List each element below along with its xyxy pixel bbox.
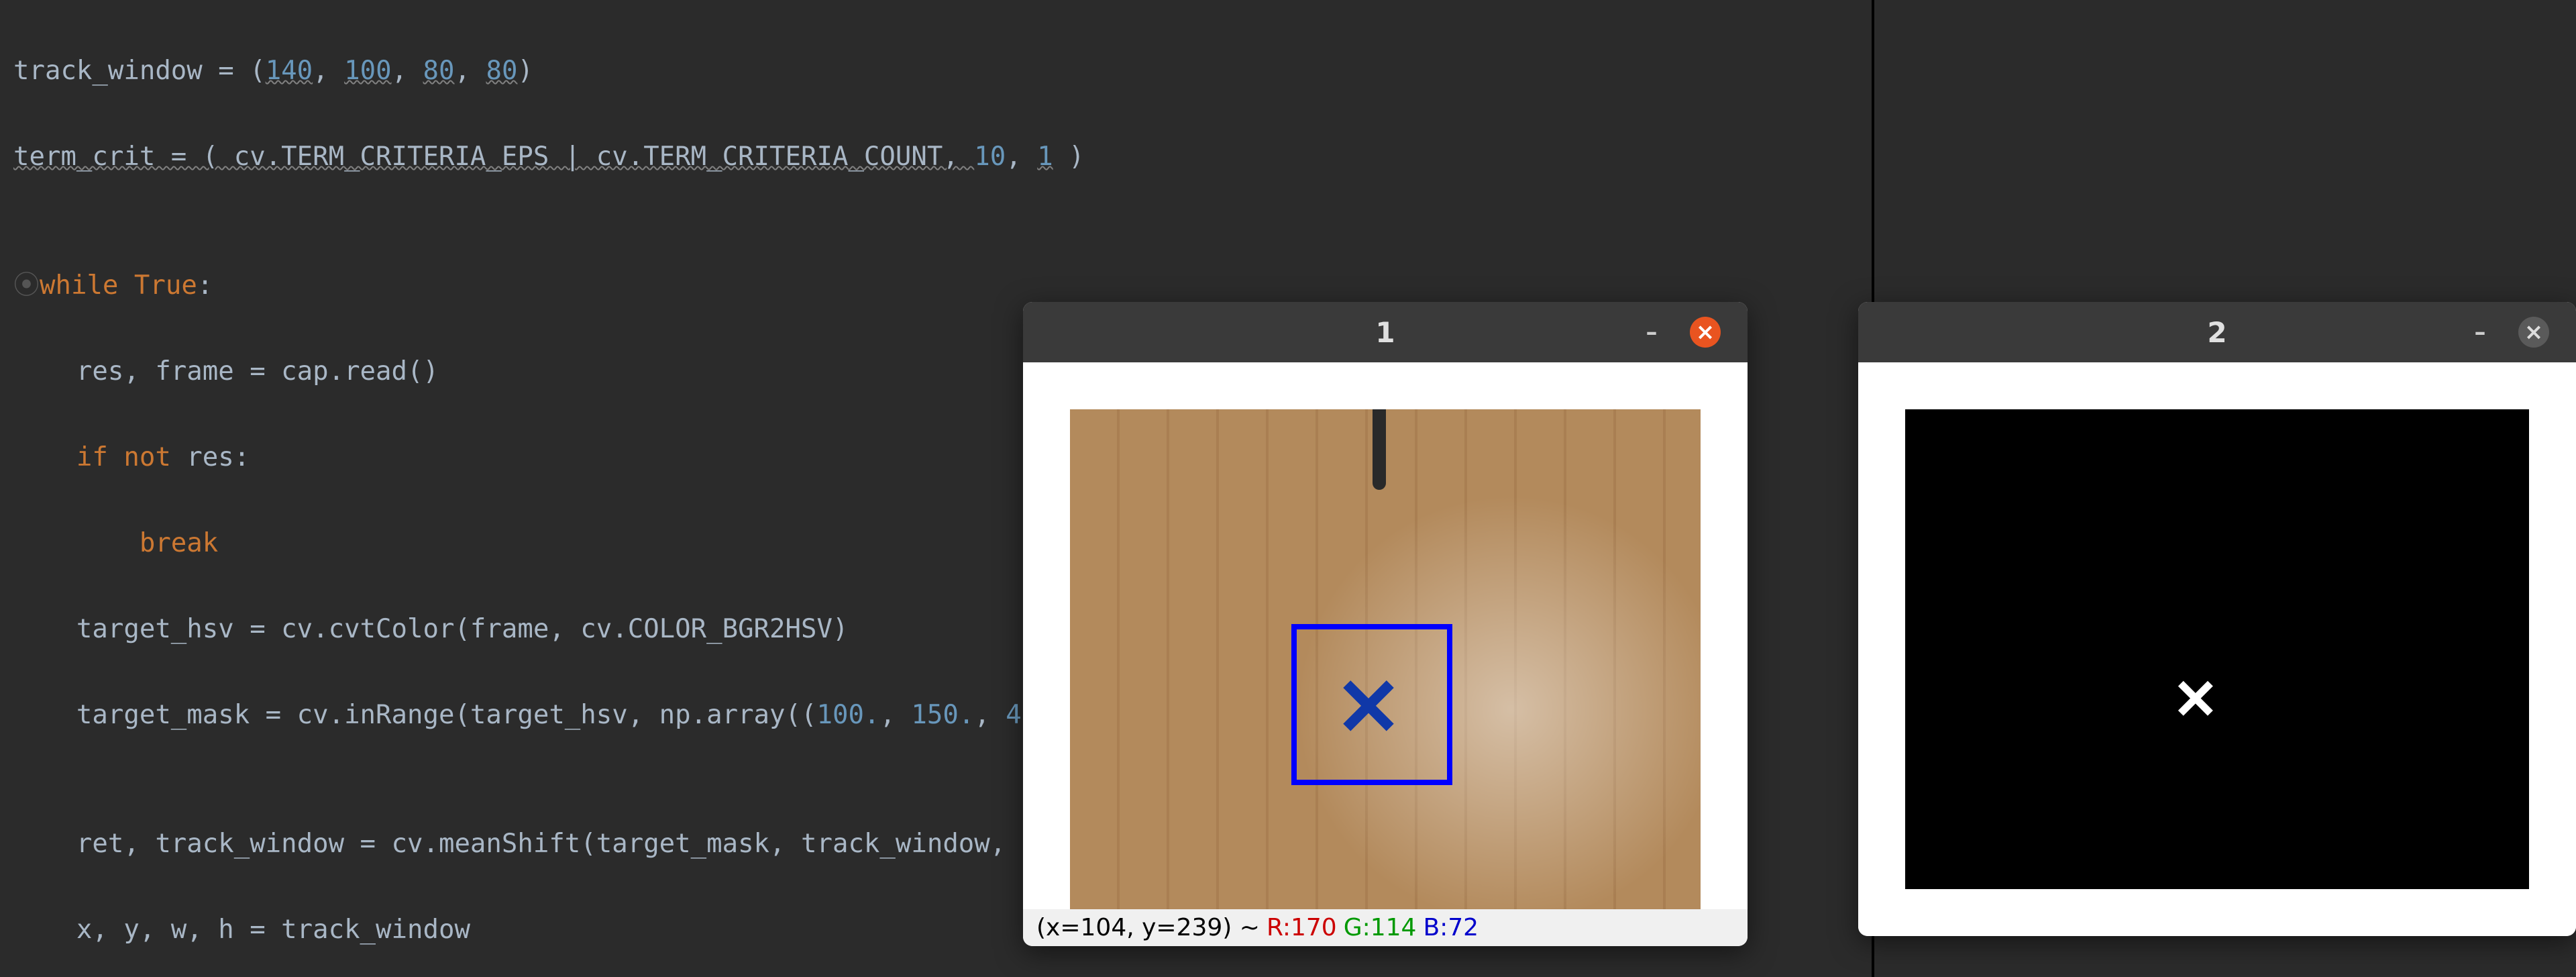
code-indent bbox=[13, 528, 140, 558]
code-text: , bbox=[974, 700, 1006, 730]
pixel-red-value: R:170 bbox=[1267, 914, 1337, 941]
mask-image: ✕ bbox=[1905, 409, 2529, 889]
cursor-coords: (x=104, y=239) ~ bbox=[1036, 914, 1260, 941]
code-text: , bbox=[392, 56, 423, 86]
window-titlebar[interactable]: 1 – × bbox=[1023, 302, 1748, 362]
cv-window-1[interactable]: 1 – × ✕ (x=104, y=239) ~ R:170 G:114 B:7… bbox=[1023, 302, 1748, 946]
code-text: term_crit = ( cv.TERM_CRITERIA_EPS | cv.… bbox=[13, 142, 974, 172]
code-text: ) bbox=[517, 56, 533, 86]
code-indent bbox=[13, 442, 76, 472]
code-number: 10 bbox=[974, 142, 1006, 172]
target-marker: ✕ bbox=[1335, 662, 1403, 755]
code-text: , bbox=[1006, 142, 1037, 172]
code-number: 140 bbox=[266, 56, 313, 86]
camera-frame-image: ✕ bbox=[1070, 409, 1701, 909]
code-number: 100 bbox=[344, 56, 391, 86]
cv-window-2[interactable]: 2 – × ✕ bbox=[1858, 302, 2576, 936]
code-keyword: True bbox=[134, 270, 197, 301]
object-in-frame bbox=[1373, 409, 1386, 490]
code-keyword: if not bbox=[76, 442, 186, 472]
code-number: 100. bbox=[816, 700, 879, 730]
code-text: , bbox=[313, 56, 344, 86]
minimize-icon[interactable]: – bbox=[2465, 317, 2496, 348]
code-text: res: bbox=[186, 442, 250, 472]
code-number: 80 bbox=[423, 56, 455, 86]
mask-blob: ✕ bbox=[2176, 656, 2209, 739]
code-text: , bbox=[879, 700, 911, 730]
pixel-blue-value: B:72 bbox=[1423, 914, 1479, 941]
code-text: target_mask = cv.inRange(target_hsv, np.… bbox=[13, 700, 816, 730]
pixel-green-value: G:114 bbox=[1344, 914, 1417, 941]
window-titlebar[interactable]: 2 – × bbox=[1858, 302, 2576, 362]
code-keyword: while bbox=[40, 270, 134, 301]
close-icon[interactable]: × bbox=[2518, 317, 2549, 348]
minimize-icon[interactable]: – bbox=[1636, 317, 1667, 348]
window-title: 2 bbox=[2207, 316, 2226, 349]
code-text: , bbox=[455, 56, 486, 86]
code-keyword: break bbox=[140, 528, 218, 558]
code-number: 80 bbox=[486, 56, 517, 86]
close-icon[interactable]: × bbox=[1690, 317, 1721, 348]
window-title: 1 bbox=[1375, 316, 1395, 349]
image-status-bar: (x=104, y=239) ~ R:170 G:114 B:72 bbox=[1023, 909, 1748, 946]
code-text: track_window = ( bbox=[13, 56, 266, 86]
code-number: 1 bbox=[1037, 142, 1053, 172]
code-text: ) bbox=[1053, 142, 1085, 172]
code-number: 150. bbox=[911, 700, 974, 730]
code-text: : bbox=[197, 270, 213, 301]
